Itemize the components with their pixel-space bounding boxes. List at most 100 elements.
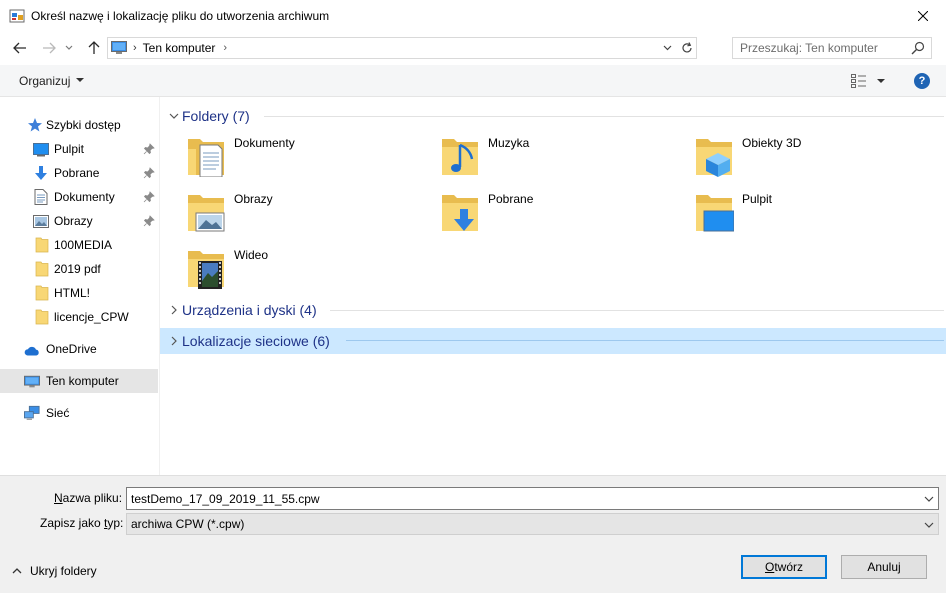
videos-folder-icon	[188, 251, 224, 289]
address-bar[interactable]: › Ten komputer ›	[107, 37, 697, 59]
group-label: Urządzenia i dyski (4)	[182, 302, 317, 318]
close-button[interactable]	[900, 0, 946, 31]
cloud-icon	[24, 346, 39, 356]
music-folder-icon	[442, 139, 478, 175]
nav-item-100media[interactable]: 100MEDIA	[0, 233, 158, 257]
document-icon	[34, 189, 48, 205]
folder-label: Obrazy	[234, 192, 273, 206]
nav-item-licencje-cpw[interactable]: licencje_CPW	[0, 305, 158, 329]
nav-item-this-pc[interactable]: Ten komputer	[0, 369, 158, 393]
folder-tile-3d-objects[interactable]: Obiekty 3D	[670, 133, 910, 181]
nav-label: OneDrive	[46, 342, 97, 356]
network-icon	[24, 405, 40, 420]
refresh-button[interactable]	[676, 38, 696, 58]
group-header-network-locations[interactable]: Lokalizacje sieciowe (6)	[160, 328, 946, 354]
cancel-button[interactable]: Anuluj	[841, 555, 927, 579]
folder-icon	[35, 309, 49, 325]
pin-icon[interactable]	[143, 215, 155, 227]
file-list: Foldery (7) Dokumenty Muzyka Obiekty 3D …	[160, 97, 946, 475]
pictures-folder-icon	[188, 195, 225, 232]
desktop-folder-icon	[696, 195, 734, 232]
downloads-folder-icon	[442, 195, 478, 231]
chevron-down-icon	[924, 522, 934, 528]
search-icon	[911, 41, 925, 55]
recent-locations-button[interactable]	[62, 37, 76, 59]
nav-label: Obrazy	[54, 214, 93, 228]
folder-label: Pobrane	[488, 192, 534, 206]
breadcrumb-separator: ›	[133, 42, 137, 54]
chevron-down-icon[interactable]	[924, 492, 934, 506]
desktop-icon	[33, 143, 49, 157]
app-icon	[9, 8, 25, 24]
folder-tile-documents[interactable]: Dokumenty	[162, 133, 402, 181]
nav-label: Pobrane	[54, 166, 100, 180]
chevron-down-icon	[76, 78, 84, 82]
filename-value[interactable]: testDemo_17_09_2019_11_55.cpw	[131, 492, 320, 506]
group-header-devices[interactable]: Urządzenia i dyski (4)	[160, 298, 946, 322]
nav-item-quick-access[interactable]: Szybki dostęp	[0, 113, 158, 137]
view-options-button[interactable]	[851, 74, 867, 88]
folder-label: Obiekty 3D	[742, 136, 802, 150]
nav-label: Sieć	[46, 406, 70, 420]
nav-item-html[interactable]: HTML!	[0, 281, 158, 305]
folder-tile-pictures[interactable]: Obrazy	[162, 189, 402, 237]
folder-tile-desktop[interactable]: Pulpit	[670, 189, 910, 237]
pin-icon[interactable]	[143, 191, 155, 203]
folder-label: Muzyka	[488, 136, 530, 150]
pin-icon[interactable]	[143, 143, 155, 155]
details-view-icon	[851, 74, 866, 88]
nav-label: HTML!	[54, 286, 90, 300]
filename-input[interactable]: testDemo_17_09_2019_11_55.cpw	[126, 487, 939, 510]
nav-label: Szybki dostęp	[46, 118, 121, 132]
address-dropdown-button[interactable]	[660, 38, 674, 58]
filetype-select[interactable]: archiwa CPW (*.cpw)	[126, 513, 939, 535]
folder-label: Wideo	[234, 248, 269, 262]
group-divider	[346, 340, 944, 341]
nav-label: licencje_CPW	[54, 310, 129, 324]
group-header-folders[interactable]: Foldery (7)	[160, 104, 946, 128]
search-box[interactable]: Przeszukaj: Ten komputer	[732, 37, 932, 59]
title-bar: Określ nazwę i lokalizację pliku do utwo…	[0, 0, 946, 31]
window-title: Określ nazwę i lokalizację pliku do utwo…	[31, 8, 330, 23]
nav-item-downloads[interactable]: Pobrane	[0, 161, 158, 185]
breadcrumb-separator[interactable]: ›	[223, 42, 227, 54]
view-dropdown-icon[interactable]	[877, 79, 885, 83]
group-divider	[330, 310, 944, 311]
nav-label: Ten komputer	[46, 374, 119, 388]
3d-objects-folder-icon	[696, 139, 732, 177]
nav-item-2019-pdf[interactable]: 2019 pdf	[0, 257, 158, 281]
arrow-up-icon	[88, 41, 100, 54]
folder-tile-videos[interactable]: Wideo	[162, 245, 402, 293]
chevron-down-icon	[65, 45, 73, 50]
folder-tile-downloads[interactable]: Pobrane	[416, 189, 656, 237]
nav-item-onedrive[interactable]: OneDrive	[0, 337, 158, 361]
folder-icon	[35, 285, 49, 301]
hide-folders-button[interactable]: Ukryj foldery	[12, 564, 97, 578]
download-icon	[35, 166, 47, 180]
chevron-up-icon	[12, 568, 22, 574]
folder-icon	[35, 261, 49, 277]
forward-button[interactable]	[38, 37, 60, 59]
chevron-right-icon	[171, 336, 177, 346]
nav-item-documents[interactable]: Dokumenty	[0, 185, 158, 209]
nav-item-pictures[interactable]: Obrazy	[0, 209, 158, 233]
open-button[interactable]: Otwórz	[741, 555, 827, 579]
pin-icon[interactable]	[143, 167, 155, 179]
computer-icon	[24, 375, 40, 388]
folder-tile-music[interactable]: Muzyka	[416, 133, 656, 181]
search-input[interactable]: Przeszukaj: Ten komputer	[740, 41, 878, 55]
breadcrumb-item[interactable]: Ten komputer	[143, 41, 216, 55]
hide-folders-label: Ukryj foldery	[30, 564, 97, 578]
up-button[interactable]	[83, 37, 105, 59]
nav-label: 2019 pdf	[54, 262, 101, 276]
folder-icon	[35, 237, 49, 253]
nav-label: Dokumenty	[54, 190, 115, 204]
nav-item-desktop[interactable]: Pulpit	[0, 137, 158, 161]
organize-button[interactable]: Organizuj	[19, 74, 70, 88]
nav-label: 100MEDIA	[54, 238, 113, 252]
refresh-icon	[681, 42, 692, 53]
help-button[interactable]: ?	[914, 73, 930, 89]
back-button[interactable]	[9, 37, 31, 59]
nav-item-network[interactable]: Sieć	[0, 401, 158, 425]
chevron-down-icon	[663, 45, 671, 51]
